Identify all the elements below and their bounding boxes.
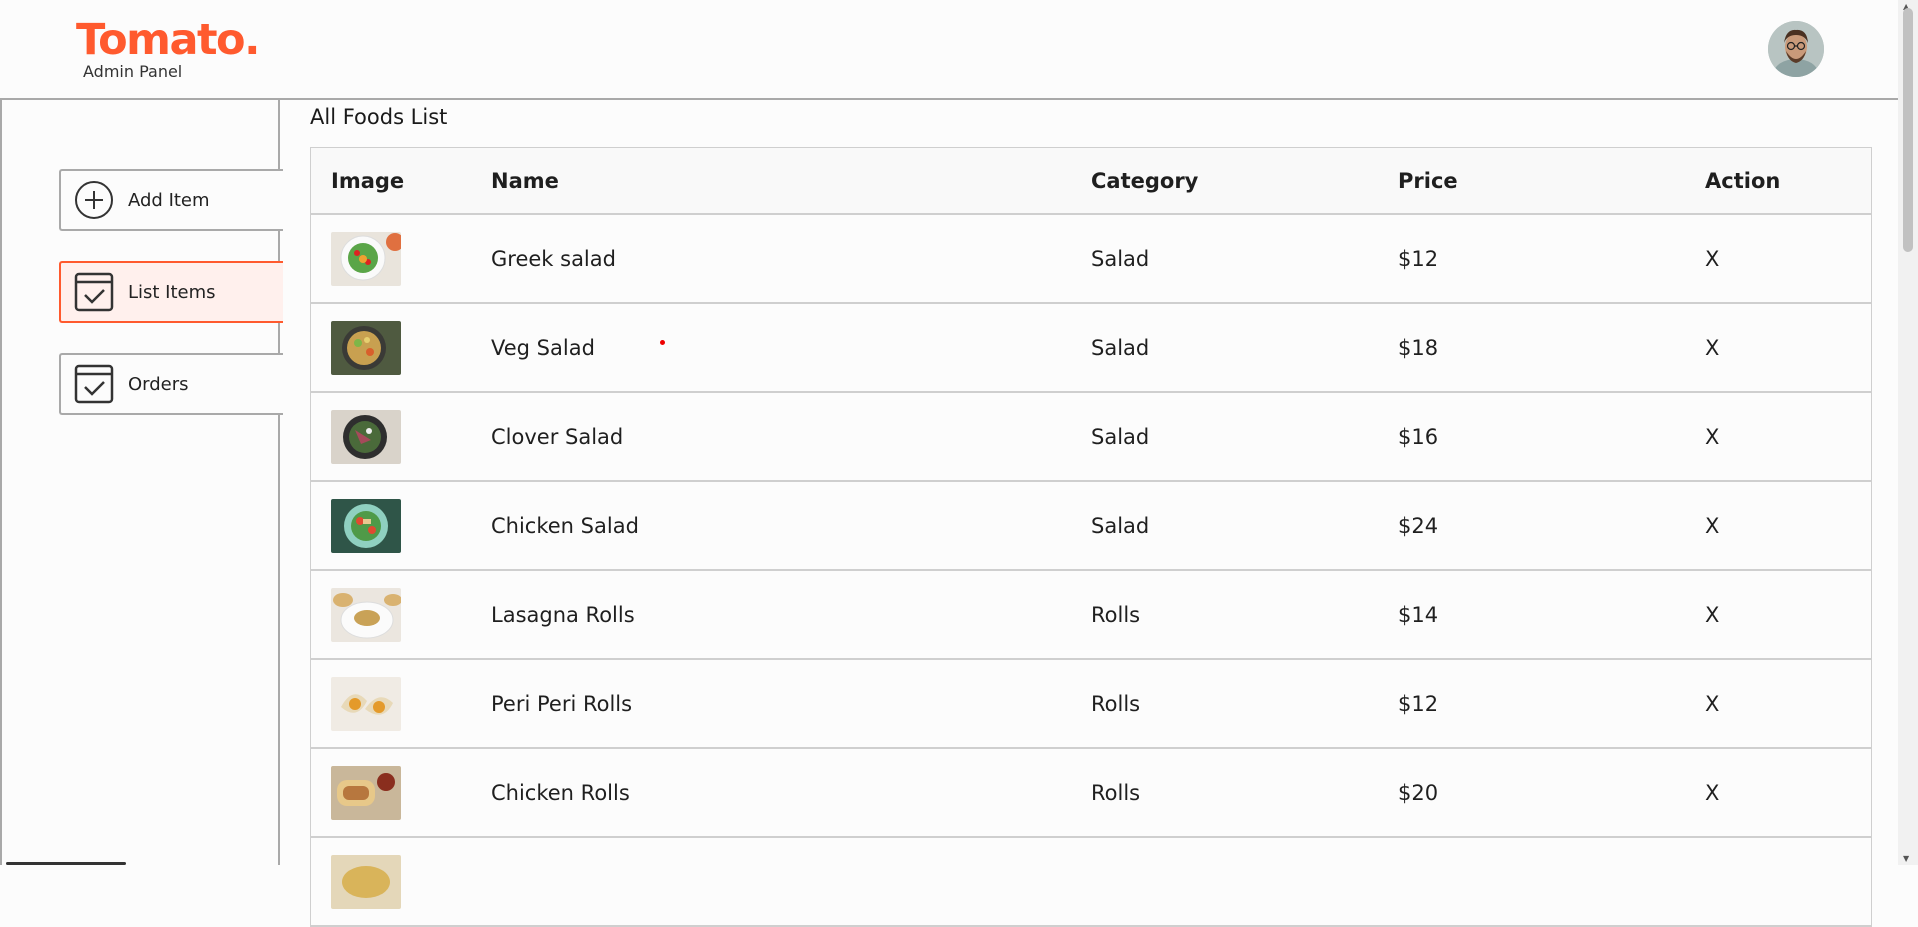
food-image <box>331 854 491 909</box>
checklist-icon <box>74 364 114 404</box>
column-header-price: Price <box>1398 168 1458 193</box>
table-row: Lasagna Rolls Rolls $14 X <box>311 571 1871 660</box>
remove-item-button[interactable]: X <box>1705 781 1871 805</box>
food-category: Salad <box>1091 424 1150 449</box>
food-item-thumbnail <box>331 854 401 909</box>
food-name: Clover Salad <box>491 424 624 449</box>
sidebar-item-label: List Items <box>128 281 216 303</box>
table-row <box>311 838 1871 927</box>
food-image <box>331 498 491 553</box>
table-row: Peri Peri Rolls Rolls $12 X <box>311 660 1871 749</box>
table-row: Clover Salad Salad $16 X <box>311 393 1871 482</box>
lasagna-rolls-thumbnail <box>331 587 401 642</box>
food-category: Rolls <box>1091 691 1141 716</box>
profile-avatar-image <box>1768 21 1824 77</box>
foods-table: Image Name Category Price Action Greek s… <box>310 147 1872 927</box>
sidebar-item-label: Orders <box>128 373 189 395</box>
food-image <box>331 676 491 731</box>
table-row: Chicken Salad Salad $24 X <box>311 482 1871 571</box>
remove-item-button[interactable]: X <box>1705 514 1871 538</box>
column-header-category: Category <box>1091 168 1199 193</box>
food-category: Salad <box>1091 246 1150 271</box>
scrollbar-thumb[interactable] <box>1903 8 1913 252</box>
food-price: $18 <box>1398 335 1439 360</box>
food-category: Rolls <box>1091 780 1141 805</box>
remove-item-button[interactable]: X <box>1705 336 1871 360</box>
clover-salad-thumbnail <box>331 409 401 464</box>
peri-peri-rolls-thumbnail <box>331 676 401 731</box>
food-image <box>331 587 491 642</box>
sidebar-item-label: Add Item <box>128 189 210 211</box>
veg-salad-thumbnail <box>331 320 401 375</box>
remove-item-button[interactable]: X <box>1705 603 1871 627</box>
column-header-image: Image <box>331 168 405 193</box>
vertical-scrollbar[interactable]: ▲ ▼ <box>1898 0 1918 865</box>
food-price: $12 <box>1398 246 1439 271</box>
sidebar-item-list-items[interactable]: List Items <box>59 261 283 323</box>
remove-item-button[interactable]: X <box>1705 425 1871 449</box>
food-category: Salad <box>1091 335 1150 360</box>
food-price: $20 <box>1398 780 1439 805</box>
food-name: Chicken Rolls <box>491 780 630 805</box>
chicken-rolls-thumbnail <box>331 765 401 820</box>
table-row: Chicken Rolls Rolls $20 X <box>311 749 1871 838</box>
column-header-name: Name <box>491 168 559 193</box>
food-name: Lasagna Rolls <box>491 602 635 627</box>
page-title: All Foods List <box>310 105 448 129</box>
food-name: Chicken Salad <box>491 513 639 538</box>
cursor-marker <box>660 340 665 345</box>
remove-item-button[interactable]: X <box>1705 692 1871 716</box>
food-image <box>331 765 491 820</box>
add-circle-icon <box>74 180 114 220</box>
food-price: $12 <box>1398 691 1439 716</box>
food-name: Peri Peri Rolls <box>491 691 633 716</box>
brand-logo[interactable]: Tomato. <box>76 14 260 66</box>
food-price: $24 <box>1398 513 1439 538</box>
scroll-down-arrow-icon[interactable]: ▼ <box>1903 854 1909 863</box>
food-name: Veg Salad <box>491 335 595 360</box>
sidebar-item-orders[interactable]: Orders <box>59 353 283 415</box>
profile-avatar[interactable] <box>1768 21 1824 77</box>
sidebar-item-add-item[interactable]: Add Item <box>59 169 283 231</box>
chicken-salad-thumbnail <box>331 498 401 553</box>
table-header-row: Image Name Category Price Action <box>311 148 1871 215</box>
food-image <box>331 231 491 286</box>
food-category: Rolls <box>1091 602 1141 627</box>
greek-salad-thumbnail <box>331 231 401 286</box>
food-price: $16 <box>1398 424 1439 449</box>
food-image <box>331 320 491 375</box>
column-header-action: Action <box>1705 168 1781 193</box>
table-row: Veg Salad Salad $18 X <box>311 304 1871 393</box>
brand-subtitle: Admin Panel <box>83 62 183 81</box>
table-row: Greek salad Salad $12 X <box>311 215 1871 304</box>
food-price: $14 <box>1398 602 1439 627</box>
food-category: Salad <box>1091 513 1150 538</box>
food-image <box>331 409 491 464</box>
checklist-icon <box>74 272 114 312</box>
navbar: Tomato. Admin Panel <box>0 0 1898 100</box>
sidebar: Add Item List Items Orders <box>0 100 283 865</box>
food-name: Greek salad <box>491 246 616 271</box>
remove-item-button[interactable]: X <box>1705 247 1871 271</box>
